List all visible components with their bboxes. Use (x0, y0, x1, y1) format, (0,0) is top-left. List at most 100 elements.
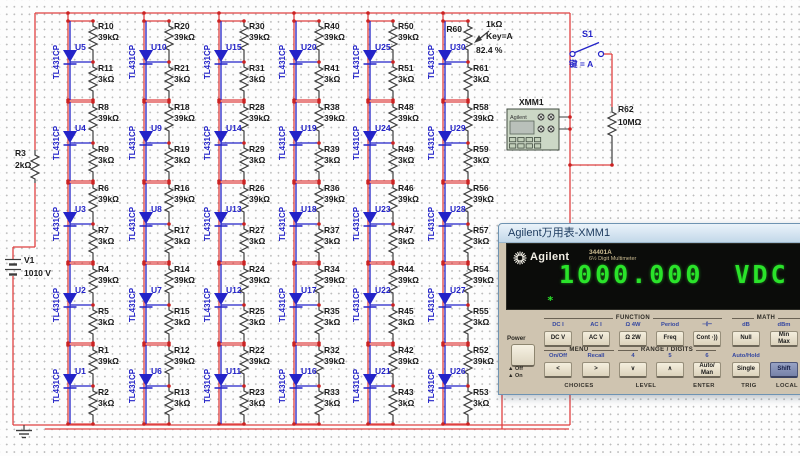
resistor-R7[interactable]: R73kΩ (89, 224, 114, 262)
switch-S1[interactable]: S1键 = A (568, 29, 604, 69)
resistor-body[interactable] (464, 386, 472, 424)
multimeter-window[interactable]: Agilent万用表-XMM1 Agilent 34401A 6½ Digit … (498, 223, 800, 395)
tl431-U18[interactable]: U18TL431CP (278, 183, 319, 262)
tl431-U27[interactable]: U27TL431CP (427, 264, 468, 343)
resistor-body[interactable] (315, 305, 323, 343)
resistor-body[interactable] (464, 62, 472, 100)
tl431-U9[interactable]: U9TL431CP (128, 102, 169, 181)
window-titlebar[interactable]: Agilent万用表-XMM1 (499, 224, 800, 243)
resistor-body[interactable] (89, 143, 97, 181)
resistor-body[interactable] (608, 107, 616, 165)
resistor-R51[interactable]: R513kΩ (389, 62, 414, 100)
resistor-R13[interactable]: R133kΩ (165, 386, 190, 424)
tl431-U19[interactable]: U19TL431CP (278, 102, 319, 181)
resistor-body[interactable] (89, 21, 97, 62)
resistor-body[interactable] (389, 305, 397, 343)
resistor-body[interactable] (389, 62, 397, 100)
resistor-R29[interactable]: R293kΩ (240, 143, 265, 181)
tl431-U4[interactable]: U4TL431CP (52, 102, 93, 181)
resistor-R56[interactable]: R5639kΩ (464, 183, 494, 224)
resistor-body[interactable] (315, 224, 323, 262)
resistor-body[interactable] (240, 62, 248, 100)
resistor-R18[interactable]: R1839kΩ (165, 102, 195, 143)
resistor-R47[interactable]: R473kΩ (389, 224, 414, 262)
tl431-U8[interactable]: U8TL431CP (128, 183, 169, 262)
resistor-R14[interactable]: R1439kΩ (165, 264, 195, 305)
tl431-U14[interactable]: U14TL431CP (203, 102, 244, 181)
button-∧[interactable]: ∧ (656, 362, 684, 378)
resistor-body[interactable] (315, 62, 323, 100)
resistor-R34[interactable]: R3439kΩ (315, 264, 345, 305)
resistor-R4[interactable]: R439kΩ (89, 264, 119, 305)
resistor-R49[interactable]: R493kΩ (389, 143, 414, 181)
resistor-body[interactable] (165, 143, 173, 181)
resistor-body[interactable] (315, 143, 323, 181)
resistor-R17[interactable]: R173kΩ (165, 224, 190, 262)
resistor-R15[interactable]: R153kΩ (165, 305, 190, 343)
resistor-R50[interactable]: R5039kΩ (389, 21, 419, 62)
button-null[interactable]: Null (732, 331, 760, 347)
resistor-R30[interactable]: R3039kΩ (240, 21, 270, 62)
resistor-R16[interactable]: R1639kΩ (165, 183, 195, 224)
resistor-body[interactable] (389, 386, 397, 424)
resistor-R45[interactable]: R453kΩ (389, 305, 414, 343)
resistor-body[interactable] (89, 264, 97, 305)
resistor-R21[interactable]: R213kΩ (165, 62, 190, 100)
tl431-U16[interactable]: U16TL431CP (278, 345, 319, 424)
resistor-R44[interactable]: R4439kΩ (389, 264, 419, 305)
resistor-R46[interactable]: R4639kΩ (389, 183, 419, 224)
resistor-R48[interactable]: R4839kΩ (389, 102, 419, 143)
resistor-body[interactable] (464, 143, 472, 181)
button-<[interactable]: < (544, 362, 572, 378)
resistor-R33[interactable]: R333kΩ (315, 386, 340, 424)
button-dc-v[interactable]: DC V (544, 331, 572, 347)
button--2w[interactable]: Ω 2W (619, 331, 647, 347)
button-auto-man[interactable]: Auto/Man (693, 362, 721, 378)
resistor-body[interactable] (89, 102, 97, 143)
resistor-R38[interactable]: R3839kΩ (315, 102, 345, 143)
resistor-R27[interactable]: R273kΩ (240, 224, 265, 262)
tl431-U12[interactable]: U12TL431CP (203, 264, 244, 343)
tl431-U23[interactable]: U23TL431CP (352, 183, 393, 262)
resistor-R26[interactable]: R2639kΩ (240, 183, 270, 224)
resistor-R11[interactable]: R113kΩ (89, 62, 114, 100)
resistor-R6[interactable]: R639kΩ (89, 183, 119, 224)
resistor-R31[interactable]: R313kΩ (240, 62, 265, 100)
resistor-R57[interactable]: R573kΩ (464, 224, 489, 262)
resistor-body[interactable] (31, 150, 39, 183)
resistor-body[interactable] (165, 183, 173, 224)
resistor-body[interactable] (389, 224, 397, 262)
resistor-R43[interactable]: R433kΩ (389, 386, 414, 424)
resistor-body[interactable] (89, 224, 97, 262)
resistor-R52[interactable]: R5239kΩ (464, 345, 494, 386)
resistor-body[interactable] (165, 264, 173, 305)
button-ac-v[interactable]: AC V (582, 331, 610, 347)
tl431-U6[interactable]: U6TL431CP (128, 345, 169, 424)
tl431-U1[interactable]: U1TL431CP (52, 345, 93, 424)
resistor-R22[interactable]: R2239kΩ (240, 345, 270, 386)
button-freq[interactable]: Freq (656, 331, 684, 347)
resistor-R23[interactable]: R233kΩ (240, 386, 265, 424)
resistor-R61[interactable]: R613kΩ (464, 62, 489, 100)
ground-icon[interactable] (16, 425, 32, 438)
button-shift[interactable]: Shift (770, 362, 798, 378)
resistor-R59[interactable]: R593kΩ (464, 143, 489, 181)
tl431-U20[interactable]: U20TL431CP (278, 21, 319, 100)
resistor-body[interactable] (89, 386, 97, 424)
tl431-U2[interactable]: U2TL431CP (52, 264, 93, 343)
tl431-U22[interactable]: U22TL431CP (352, 264, 393, 343)
resistor-body[interactable] (240, 305, 248, 343)
resistor-body[interactable] (89, 345, 97, 386)
resistor-body[interactable] (89, 183, 97, 224)
tl431-U21[interactable]: U21TL431CP (352, 345, 393, 424)
resistor-R19[interactable]: R193kΩ (165, 143, 190, 181)
resistor-body[interactable] (464, 305, 472, 343)
resistor-R28[interactable]: R2839kΩ (240, 102, 270, 143)
tl431-U25[interactable]: U25TL431CP (352, 21, 393, 100)
tl431-U24[interactable]: U24TL431CP (352, 102, 393, 181)
resistor-body[interactable] (165, 386, 173, 424)
resistor-R39[interactable]: R393kΩ (315, 143, 340, 181)
resistor-R9[interactable]: R93kΩ (89, 143, 114, 181)
button-min-max[interactable]: MinMax (770, 331, 798, 347)
resistor-R3[interactable]: R32kΩ (15, 148, 39, 183)
